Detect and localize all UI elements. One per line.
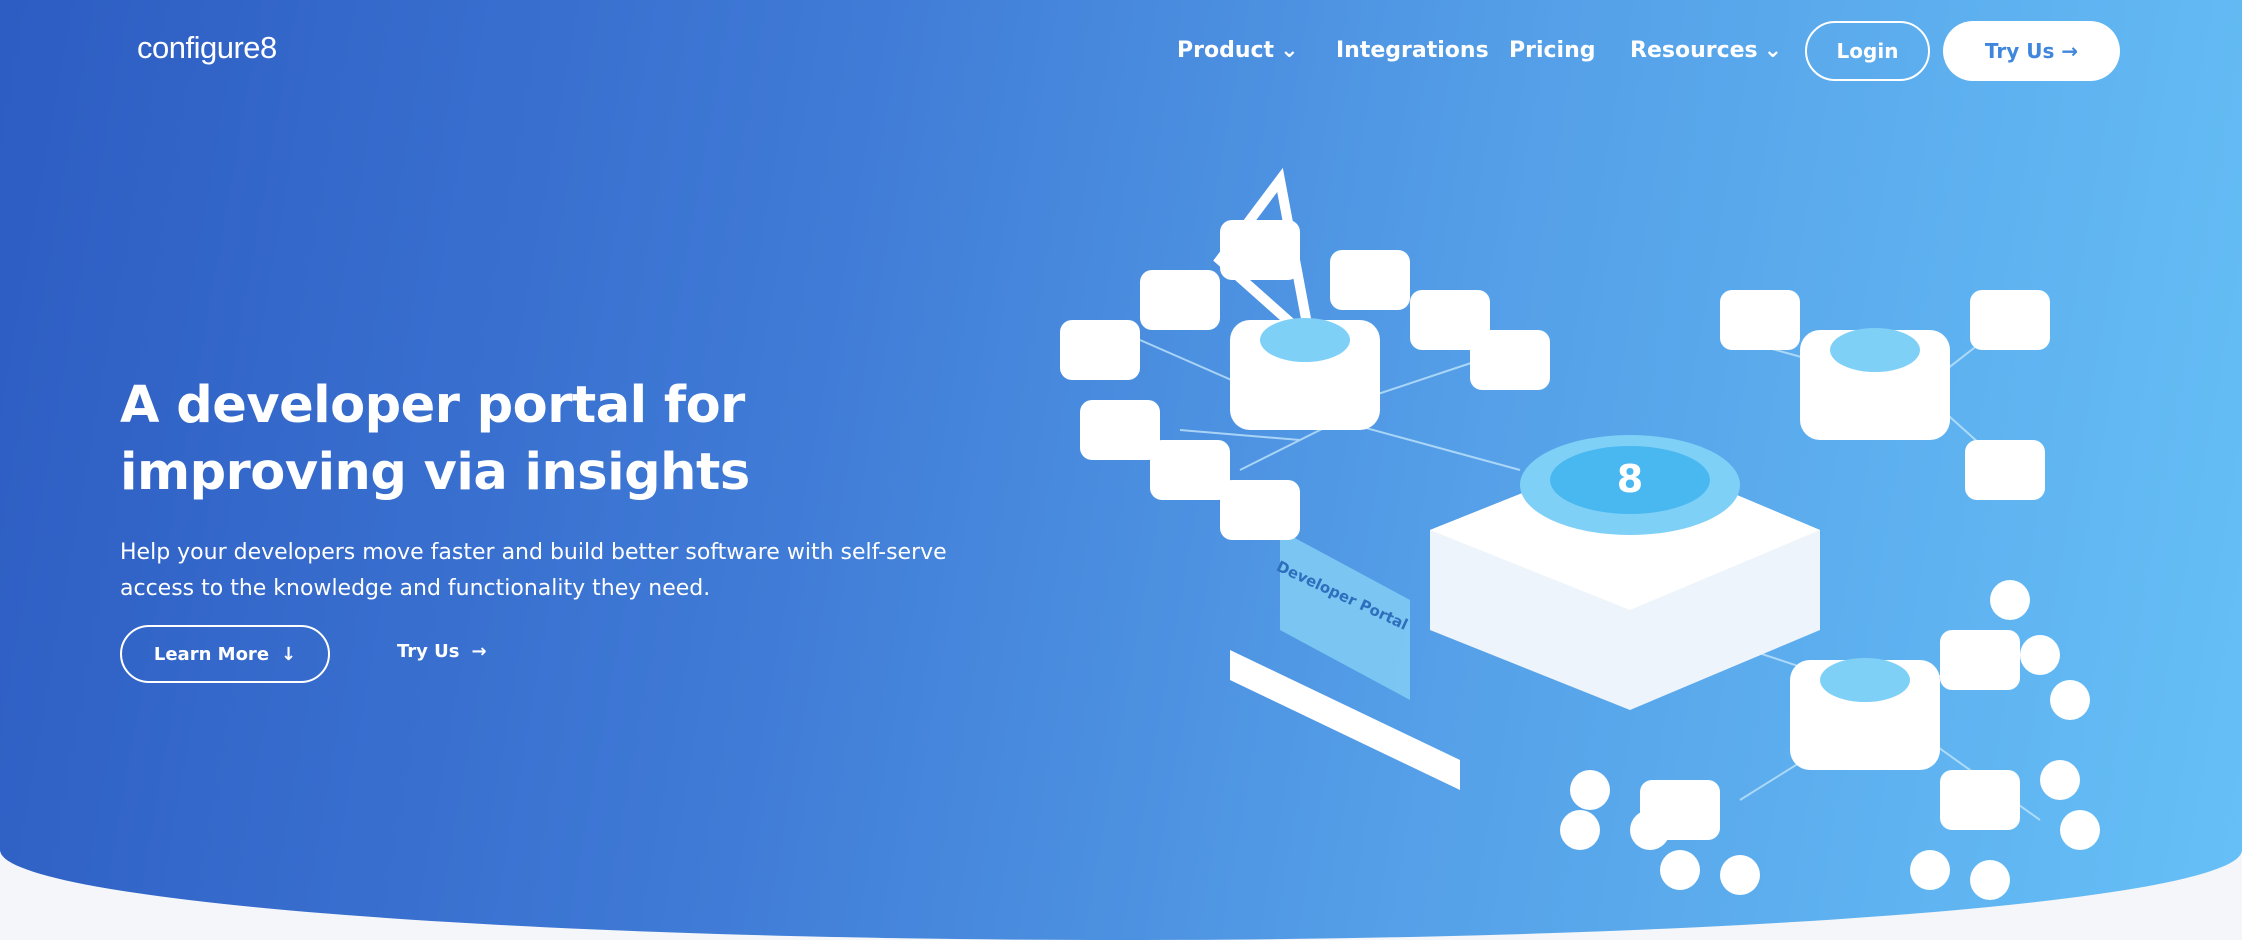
try-us-button[interactable]: Try Us → — [1943, 21, 2120, 81]
nav-label: Product — [1177, 38, 1275, 63]
try-us-label: Try Us — [1984, 39, 2055, 63]
page-title: A developer portal for improving via insi… — [120, 372, 750, 506]
login-button[interactable]: Login — [1805, 21, 1930, 81]
developer-portal-card: Developer Portal — [1230, 530, 1460, 790]
learn-more-label: Learn More — [153, 643, 270, 665]
nav-label: Pricing — [1509, 38, 1596, 63]
nav-integrations[interactable]: Integrations — [1336, 38, 1489, 63]
platform-illustration: 8 Developer Portal — [1060, 167, 2100, 900]
chevron-down-icon: ⌄ — [1280, 38, 1299, 63]
arrow-down-icon: ↓ — [281, 643, 297, 665]
nav-product[interactable]: Product ⌄ — [1177, 38, 1299, 63]
hero-subtitle: Help your developers move faster and bui… — [120, 540, 947, 601]
nav-label: Resources — [1630, 38, 1758, 63]
nav-label: Integrations — [1336, 38, 1489, 63]
chevron-down-icon: ⌄ — [1763, 38, 1783, 63]
nav-resources[interactable]: Resources ⌄ — [1630, 38, 1782, 63]
central-hub: 8 — [1430, 435, 1820, 710]
title-line-2: improving via insights — [120, 443, 750, 502]
try-us-link[interactable]: Try Us → — [397, 641, 487, 662]
svg-text:8: 8 — [1617, 457, 1643, 501]
logo[interactable]: configure8 — [137, 30, 277, 66]
arrow-right-icon: → — [2061, 39, 2079, 63]
nav-pricing[interactable]: Pricing — [1509, 38, 1596, 63]
arrow-right-icon: → — [471, 641, 487, 662]
learn-more-button[interactable]: Learn More ↓ — [120, 625, 330, 683]
title-line-1: A developer portal for — [120, 376, 745, 435]
try-us-link-label: Try Us — [397, 641, 460, 662]
